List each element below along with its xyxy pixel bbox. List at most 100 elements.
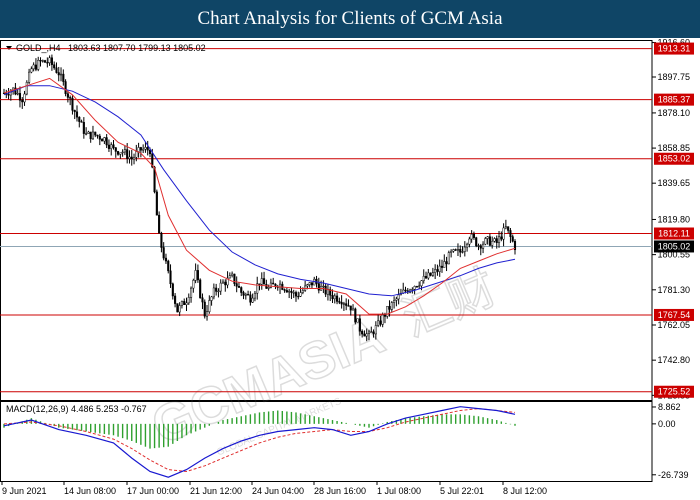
candle-body xyxy=(345,303,348,306)
candle-body xyxy=(16,93,19,95)
candle-body xyxy=(82,122,85,134)
candle-body xyxy=(511,236,514,242)
level-label: 1725.52 xyxy=(658,387,691,397)
candle-body xyxy=(158,214,161,234)
candle-body xyxy=(306,284,309,287)
candle-body xyxy=(121,151,124,154)
candle-body xyxy=(377,320,380,326)
candle-body xyxy=(450,250,453,253)
candle-body xyxy=(25,82,28,95)
candle-body xyxy=(493,238,496,242)
candle-body xyxy=(365,333,368,337)
candle-body xyxy=(148,149,152,154)
candle-body xyxy=(112,144,115,148)
candle-body xyxy=(363,333,366,337)
candle-body xyxy=(18,93,22,101)
level-label: 1885.37 xyxy=(658,95,691,105)
candle-body xyxy=(351,308,355,311)
current-price-label: 1805.02 xyxy=(658,241,691,251)
price-axis-tick-label: 1819.80 xyxy=(657,214,690,224)
candle-body xyxy=(219,282,222,292)
candle-body xyxy=(224,281,227,286)
candle-body xyxy=(258,283,261,285)
candle-body xyxy=(290,290,293,293)
candle-body xyxy=(361,330,364,335)
candle-body xyxy=(379,320,382,325)
candle-body xyxy=(495,238,498,244)
candle-body xyxy=(420,280,423,287)
candle-body xyxy=(454,249,457,251)
candle-body xyxy=(395,298,398,301)
time-axis-label: 1 Jul 08:00 xyxy=(377,486,421,496)
candle-body xyxy=(263,278,266,285)
candle-body xyxy=(374,325,377,335)
candle-body xyxy=(461,251,464,253)
candle-body xyxy=(203,301,206,317)
candle-body xyxy=(497,236,501,244)
candle-body xyxy=(424,276,428,279)
candle-body xyxy=(390,302,393,310)
candle-body xyxy=(370,331,373,333)
candle-body xyxy=(285,290,288,293)
candle-body xyxy=(472,233,475,238)
candle-body xyxy=(237,286,241,288)
candle-body xyxy=(48,57,51,63)
candle-body xyxy=(240,287,243,293)
candle-body xyxy=(62,73,65,82)
candle-body xyxy=(288,290,291,293)
price-axis-tick-label: 1839.65 xyxy=(657,178,690,188)
macd-label: MACD(12,26,9) 4.486 5.253 -0.767 xyxy=(6,404,147,414)
time-axis-label: 9 Jun 2021 xyxy=(2,486,47,496)
candle-body xyxy=(21,100,24,103)
macd-axis-tick-label: 8.862 xyxy=(658,402,681,412)
candle-body xyxy=(30,68,33,73)
candle-body xyxy=(397,294,400,300)
candle-body xyxy=(107,144,110,149)
candle-body xyxy=(372,331,375,335)
candle-body xyxy=(146,147,149,151)
level-label: 1853.02 xyxy=(658,154,691,164)
candle-body xyxy=(482,243,485,249)
candle-body xyxy=(253,292,256,299)
candle-body xyxy=(477,245,480,247)
candle-body xyxy=(333,295,336,300)
candle-body xyxy=(96,134,99,137)
candle-body xyxy=(251,297,254,303)
candle-body xyxy=(162,247,165,259)
candle-body xyxy=(244,294,247,296)
candle-body xyxy=(445,261,448,265)
time-axis-label: 28 Jun 16:00 xyxy=(314,486,366,496)
candle-body xyxy=(507,226,510,231)
candle-body xyxy=(174,295,177,304)
candle-body xyxy=(80,121,83,123)
candle-body xyxy=(167,260,170,272)
candle-body xyxy=(308,282,311,285)
candle-body xyxy=(431,272,434,276)
candle-body xyxy=(299,292,302,297)
candle-body xyxy=(447,252,450,265)
candle-body xyxy=(50,57,53,65)
candle-body xyxy=(221,281,225,284)
candle-body xyxy=(479,245,482,249)
time-axis-label: 21 Jun 12:00 xyxy=(190,486,242,496)
candle-body xyxy=(463,246,466,252)
candle-body xyxy=(418,285,421,287)
candle-body xyxy=(194,270,197,281)
candle-body xyxy=(155,191,158,216)
candle-body xyxy=(37,59,40,70)
candle-body xyxy=(452,249,455,252)
price-chart[interactable]: GCMASIA汇财GLOBAL CAPITAL MARKETS1916.6018… xyxy=(0,0,700,500)
candle-body xyxy=(192,280,195,289)
candle-body xyxy=(358,318,361,332)
candle-body xyxy=(486,236,489,239)
candle-body xyxy=(55,67,58,73)
candle-body xyxy=(46,62,49,64)
candle-body xyxy=(509,230,512,237)
price-axis-tick-label: 1897.75 xyxy=(657,72,690,82)
candle-body xyxy=(190,287,193,298)
candle-body xyxy=(89,131,92,140)
candle-body xyxy=(44,60,47,63)
candle-body xyxy=(105,137,108,146)
symbol-label[interactable]: GOLD_,H4 xyxy=(16,43,61,53)
candle-body xyxy=(126,149,129,159)
